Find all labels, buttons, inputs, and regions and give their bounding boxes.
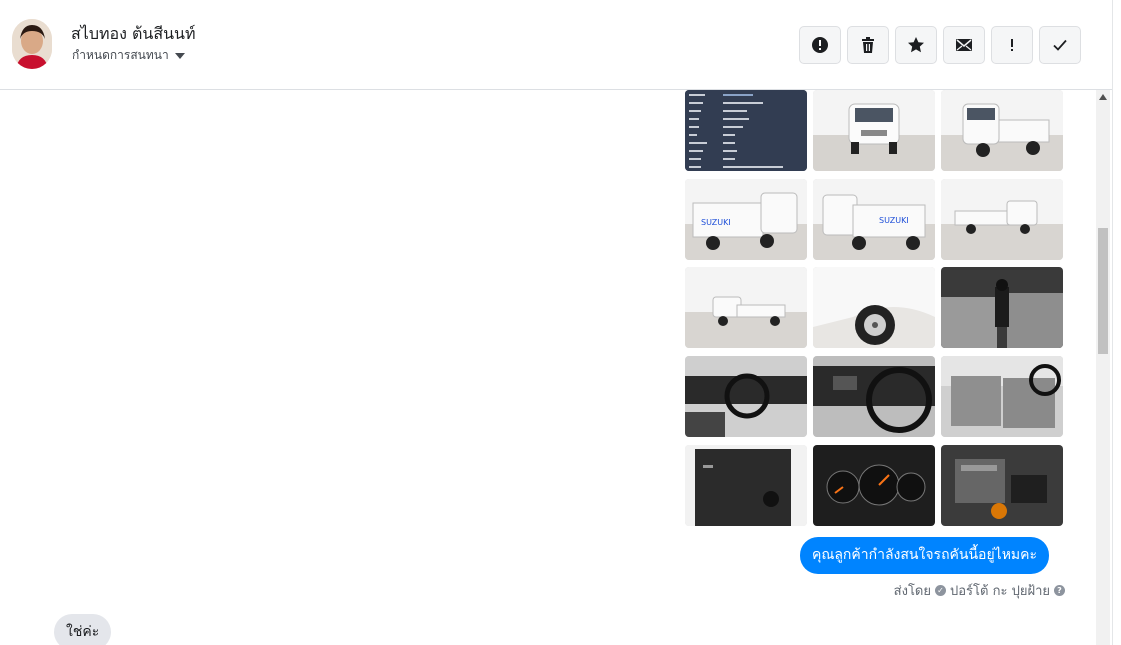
contact-name[interactable]: สไบทอง ต้นสีนนท์	[71, 22, 196, 47]
photo-truck-rear-angle[interactable]: SUZUKI	[685, 179, 807, 260]
photo-truck-side-left[interactable]	[685, 267, 807, 348]
photo-truck-front[interactable]	[813, 90, 935, 171]
help-icon[interactable]: ?	[1054, 585, 1065, 596]
conversation-label-text: กำหนดการสนทนา	[72, 48, 169, 62]
photo-wheel-closeup[interactable]	[813, 267, 935, 348]
important-button[interactable]	[991, 26, 1033, 64]
photo-engine-bay[interactable]	[941, 445, 1063, 526]
incoming-message[interactable]: ใช่ค่ะ	[54, 614, 112, 645]
exclamation-icon	[1011, 39, 1013, 51]
svg-text:SUZUKI: SUZUKI	[879, 216, 909, 225]
sent-by-name: ปอร์โต้ กะ ปุยฝ้าย	[950, 584, 1050, 599]
avatar[interactable]	[12, 19, 52, 69]
scroll-up-arrow-icon[interactable]	[1096, 94, 1110, 104]
photo-dashboard-left[interactable]	[685, 356, 807, 437]
photo-gear-shift[interactable]	[941, 267, 1063, 348]
caret-down-icon	[174, 52, 185, 59]
photo-spec-sheet[interactable]	[685, 90, 807, 171]
trash-icon	[862, 37, 874, 53]
messenger-window: สไบทอง ต้นสีนนท์ กำหนดการสนทนา SUZUKI SU…	[0, 0, 1121, 645]
conversation-header: สไบทอง ต้นสีนนท์ กำหนดการสนทนา	[0, 0, 1112, 90]
sent-by-line: ส่งโดย ✓ ปอร์โต้ กะ ปุยฝ้าย ?	[894, 580, 1065, 601]
sent-by-prefix: ส่งโดย	[893, 584, 931, 599]
delete-button[interactable]	[847, 26, 889, 64]
verified-icon: ✓	[935, 585, 946, 596]
scroll-thumb[interactable]	[1098, 228, 1108, 354]
done-button[interactable]	[1039, 26, 1081, 64]
scrollbar[interactable]	[1096, 90, 1110, 645]
check-icon	[1053, 39, 1067, 51]
svg-text:SUZUKI: SUZUKI	[701, 218, 731, 227]
photo-truck-side-right[interactable]	[941, 179, 1063, 260]
photo-gauge-cluster[interactable]	[813, 445, 935, 526]
star-icon	[908, 37, 924, 53]
photo-door-panel[interactable]	[685, 445, 807, 526]
mark-unread-button[interactable]	[943, 26, 985, 64]
alert-circle-icon	[812, 37, 828, 53]
outgoing-message[interactable]: คุณลูกค้ากำลังสนใจรถคันนี้อยู่ไหมคะ	[800, 537, 1050, 574]
photo-truck-front-angle[interactable]	[941, 90, 1063, 171]
header-toolbar	[799, 26, 1081, 64]
right-panel-edge	[1112, 0, 1121, 645]
photo-steering-wheel[interactable]	[813, 356, 935, 437]
star-button[interactable]	[895, 26, 937, 64]
report-button[interactable]	[799, 26, 841, 64]
photo-seats[interactable]	[941, 356, 1063, 437]
conversation-label-dropdown[interactable]: กำหนดการสนทนา	[72, 46, 185, 65]
envelope-icon	[956, 39, 972, 51]
photo-truck-rear[interactable]: SUZUKI	[813, 179, 935, 260]
